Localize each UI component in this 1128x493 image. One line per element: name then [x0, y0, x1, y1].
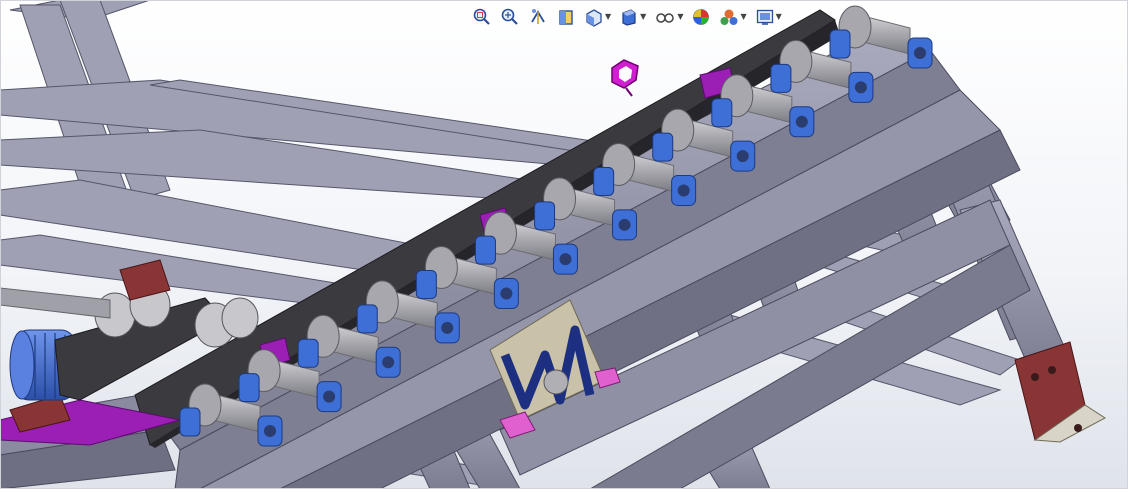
view-settings-caret-icon: ▼ — [775, 12, 782, 21]
heads-up-view-toolbar: ▼ ▼ ▼ ▼ ▼ — [470, 4, 784, 30]
apply-scene-button[interactable]: ▼ — [717, 5, 748, 29]
view-settings-button[interactable]: ▼ — [753, 5, 784, 29]
view-settings-icon — [756, 9, 773, 25]
zoom-to-area-button[interactable] — [498, 5, 522, 29]
apply-scene-icon — [720, 9, 738, 25]
zoom-to-fit-icon — [473, 8, 490, 25]
hide-show-items-icon — [656, 13, 675, 23]
graphics-area[interactable]: ▼ ▼ ▼ ▼ ▼ — [0, 0, 1128, 490]
previous-view-button[interactable] — [526, 5, 550, 29]
view-orientation-button[interactable]: ▼ — [582, 5, 613, 29]
edit-appearance-button[interactable] — [689, 5, 713, 29]
triad-handle-icon[interactable] — [611, 59, 639, 97]
previous-view-icon — [531, 9, 545, 24]
view-orientation-caret-icon: ▼ — [605, 12, 612, 21]
apply-scene-caret-icon: ▼ — [740, 12, 747, 21]
section-view-button[interactable] — [554, 5, 578, 29]
zoom-to-fit-button[interactable] — [470, 5, 494, 29]
zoom-to-area-icon — [501, 8, 518, 25]
shaft — [0, 287, 111, 319]
view-orientation-icon — [586, 9, 602, 27]
display-style-icon — [622, 9, 636, 26]
edit-appearance-icon — [693, 9, 710, 25]
hide-show-items-caret-icon: ▼ — [677, 12, 684, 21]
section-view-icon — [559, 10, 573, 25]
display-style-caret-icon: ▼ — [640, 12, 647, 21]
brown-bracket-right — [1014, 341, 1106, 443]
display-style-button[interactable]: ▼ — [617, 5, 648, 29]
cad-model-view[interactable] — [0, 0, 1128, 490]
hide-show-items-button[interactable]: ▼ — [652, 5, 685, 29]
